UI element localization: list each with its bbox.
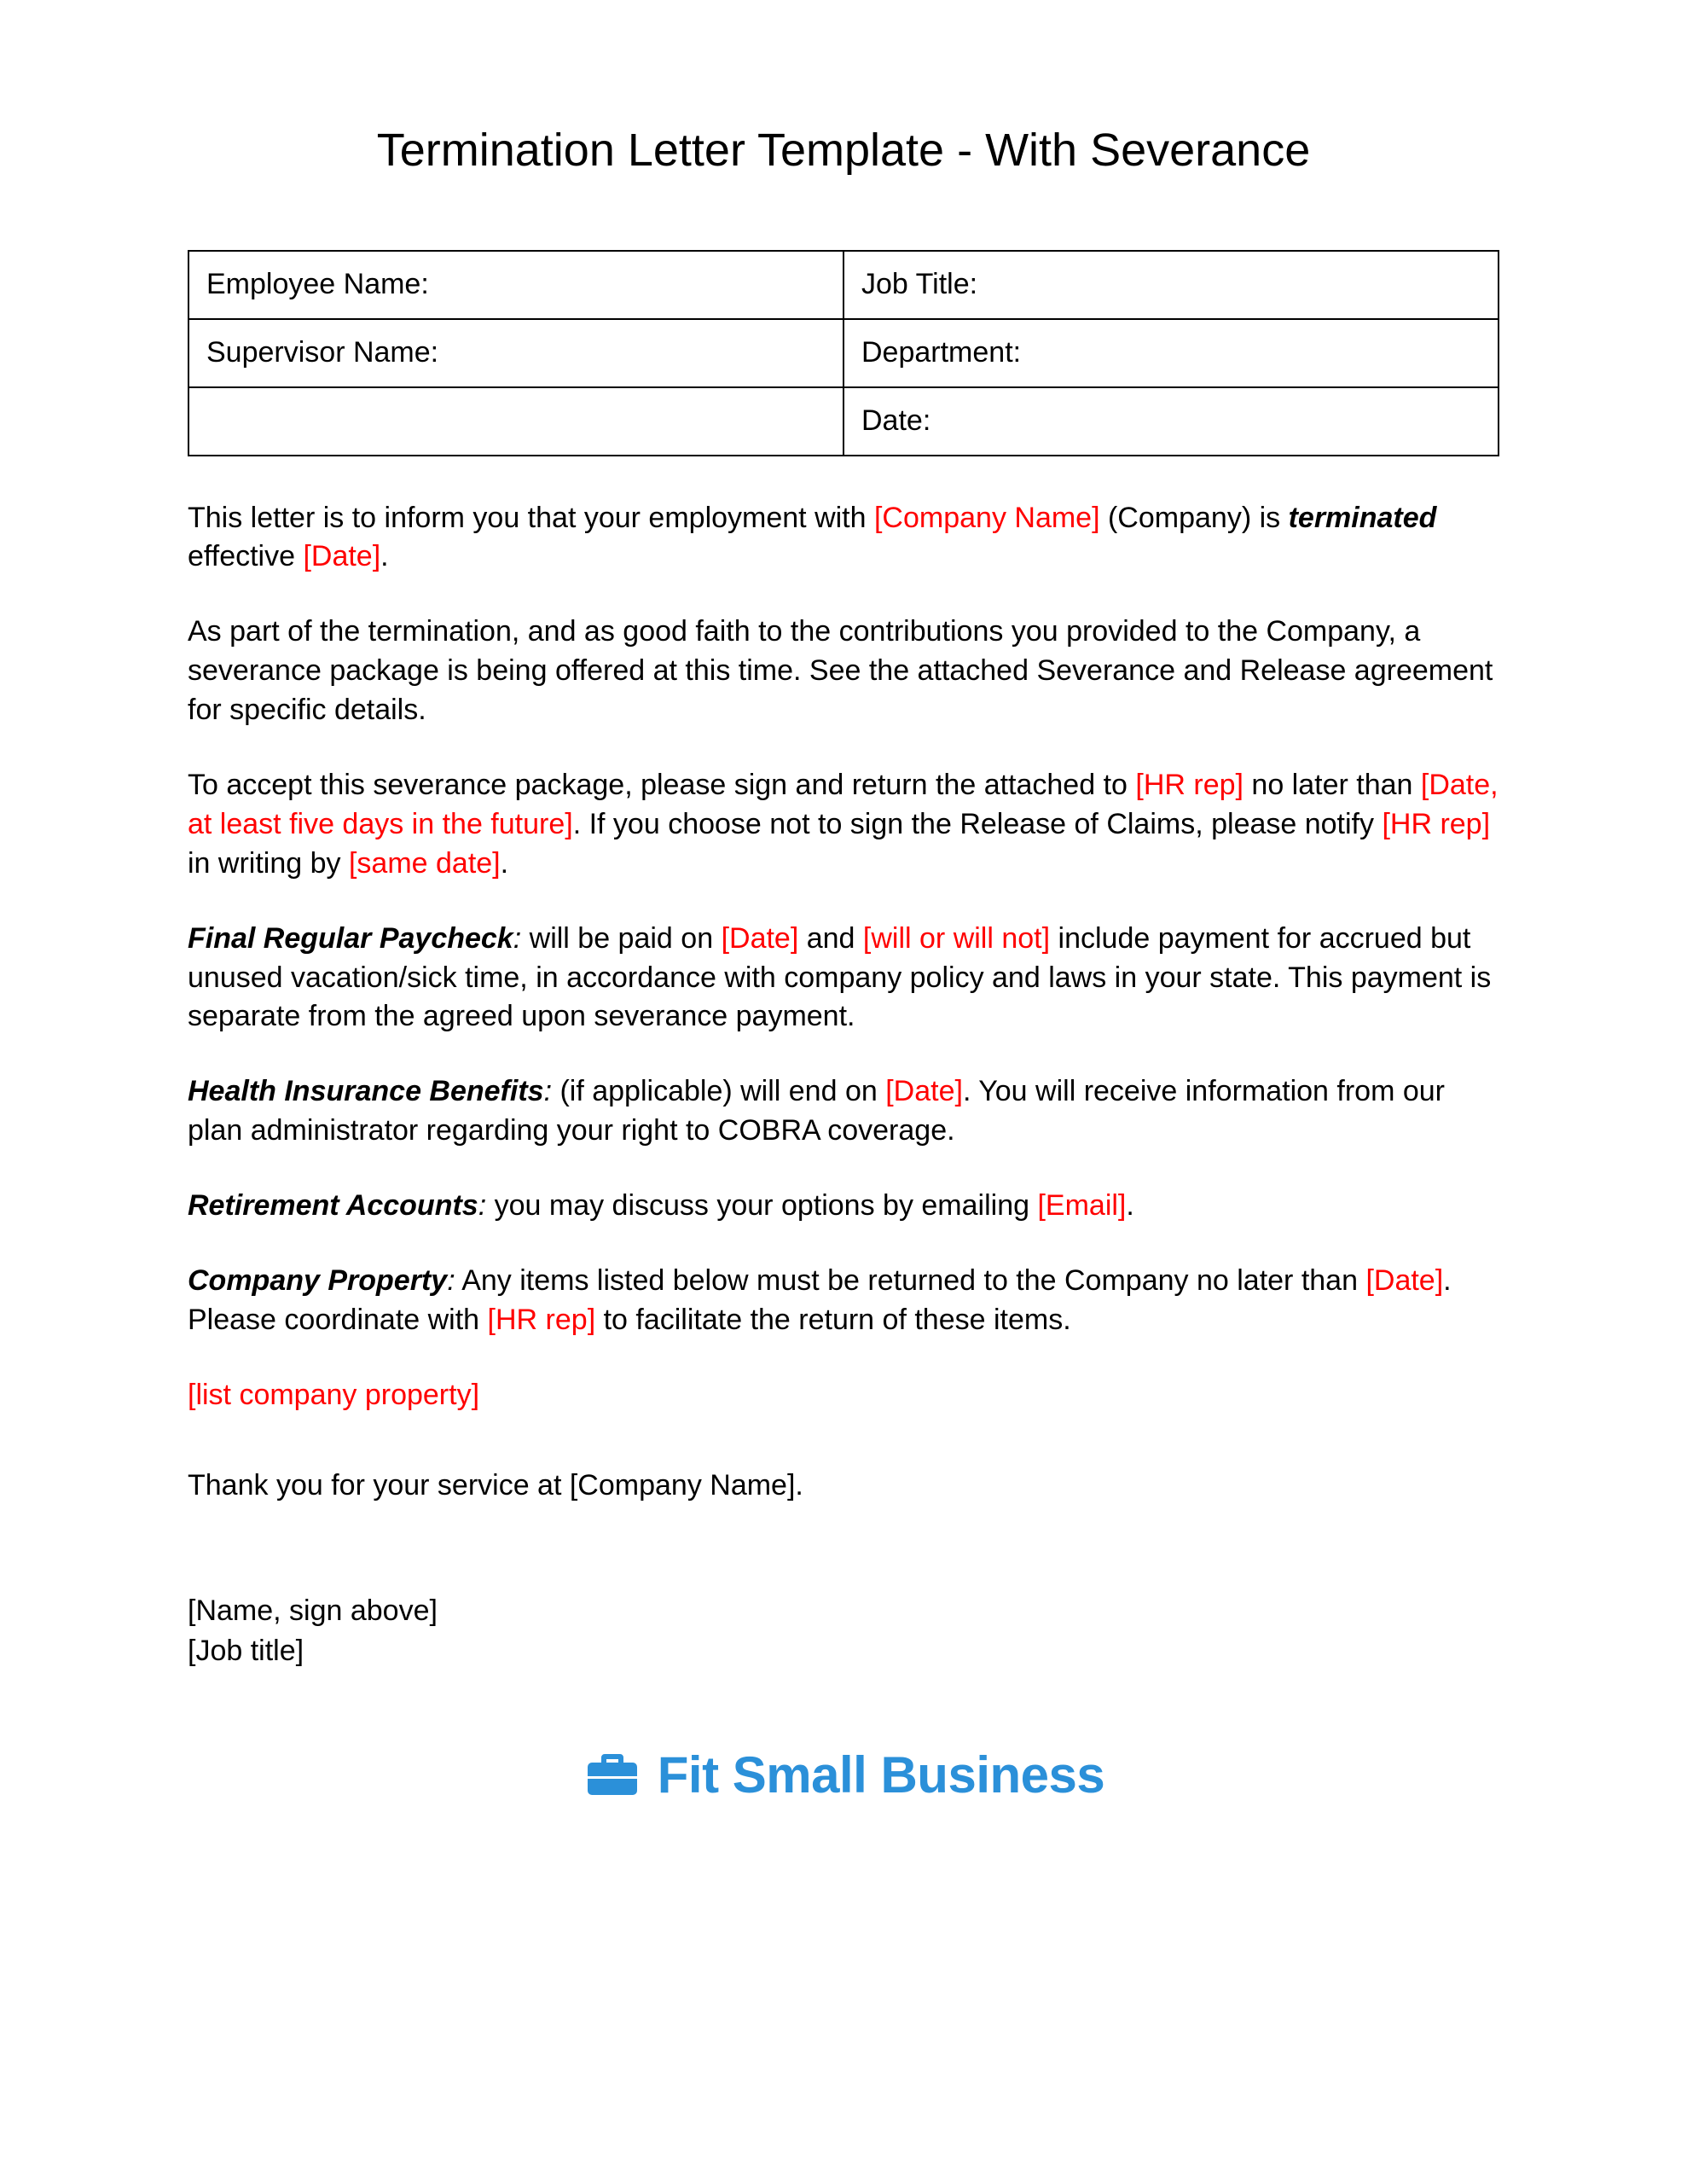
company-property-paragraph: Company Property: Any items listed below… <box>188 1262 1499 1340</box>
signature-block: [Name, sign above] [Job title] <box>188 1591 1499 1672</box>
same-date-placeholder: [same date] <box>349 847 501 880</box>
terminated-emphasis: terminated <box>1289 502 1437 534</box>
logo-text: Fit Small Business <box>658 1740 1105 1809</box>
header-table: Employee Name: Job Title: Supervisor Nam… <box>188 250 1499 456</box>
will-or-not-placeholder: [will or will not] <box>863 922 1050 955</box>
briefcase-icon <box>583 1749 642 1800</box>
health-end-date-placeholder: [Date] <box>885 1075 963 1107</box>
job-title-label: Job Title: <box>844 251 1499 319</box>
page-title: Termination Letter Template - With Sever… <box>188 119 1499 182</box>
employee-name-label: Employee Name: <box>188 251 844 319</box>
date-label: Date: <box>844 387 1499 456</box>
paycheck-date-placeholder: [Date] <box>722 922 799 955</box>
thank-you-paragraph: Thank you for your service at [Company N… <box>188 1467 1499 1506</box>
hr-rep-placeholder-2: [HR rep] <box>1382 808 1490 840</box>
retirement-paragraph: Retirement Accounts: you may discuss you… <box>188 1187 1499 1226</box>
intro-paragraph: This letter is to inform you that your e… <box>188 499 1499 578</box>
date-placeholder: [Date] <box>303 540 380 572</box>
hr-rep-placeholder: [HR rep] <box>1135 769 1244 801</box>
property-list-placeholder: [list company property] <box>188 1376 1499 1415</box>
department-label: Department: <box>844 319 1499 387</box>
supervisor-name-label: Supervisor Name: <box>188 319 844 387</box>
blank-cell <box>188 387 844 456</box>
severance-paragraph: As part of the termination, and as good … <box>188 613 1499 730</box>
property-return-date-placeholder: [Date] <box>1365 1264 1443 1297</box>
final-paycheck-paragraph: Final Regular Paycheck: will be paid on … <box>188 920 1499 1037</box>
signer-title-placeholder: [Job title] <box>188 1631 1499 1672</box>
email-placeholder: [Email] <box>1037 1189 1126 1222</box>
signer-name-placeholder: [Name, sign above] <box>188 1591 1499 1632</box>
hr-rep-placeholder-3: [HR rep] <box>488 1304 596 1336</box>
acceptance-paragraph: To accept this severance package, please… <box>188 766 1499 884</box>
company-name-placeholder: [Company Name] <box>874 502 1100 534</box>
health-insurance-paragraph: Health Insurance Benefits: (if applicabl… <box>188 1072 1499 1151</box>
footer-logo: Fit Small Business <box>188 1740 1499 1809</box>
